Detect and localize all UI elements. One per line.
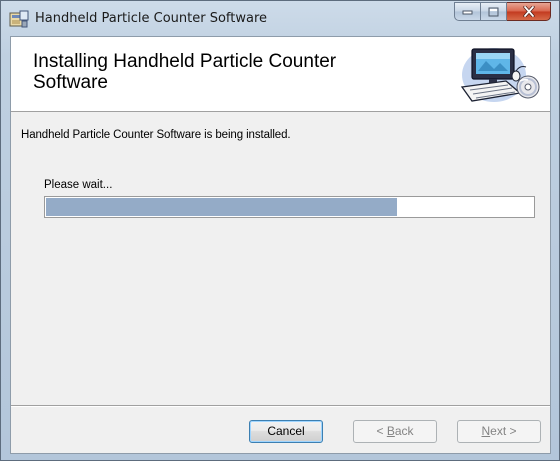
maximize-icon — [488, 7, 499, 16]
window-title: Handheld Particle Counter Software — [35, 11, 268, 26]
install-status-text: Handheld Particle Counter Software is be… — [21, 129, 291, 141]
caption-buttons — [454, 2, 551, 22]
installer-client-area: Installing Handheld Particle Counter Sof… — [10, 36, 551, 454]
close-button[interactable] — [507, 2, 551, 21]
cancel-button[interactable]: Cancel — [249, 420, 323, 443]
next-button-label: ext > — [490, 424, 517, 438]
installer-app-icon — [9, 10, 29, 28]
back-button-label: ack — [394, 424, 414, 438]
next-button[interactable]: Next > — [457, 420, 541, 443]
title-bar[interactable]: Handheld Particle Counter Software — [1, 1, 559, 37]
header-banner: Installing Handheld Particle Counter Sof… — [11, 37, 550, 112]
next-button-mnemonic: N — [481, 424, 491, 438]
progress-label: Please wait... — [44, 179, 113, 191]
page-title: Installing Handheld Particle Counter Sof… — [33, 51, 337, 93]
close-icon — [522, 6, 535, 17]
footer-divider — [11, 405, 550, 406]
maximize-button[interactable] — [481, 2, 507, 21]
install-progress-bar — [44, 196, 535, 218]
minimize-button[interactable] — [454, 2, 481, 21]
installer-window: Handheld Particle Counter Software Insta… — [0, 0, 560, 461]
back-button-prefix: < — [376, 424, 387, 438]
minimize-icon — [462, 10, 473, 14]
computer-installer-icon — [460, 48, 540, 102]
progress-fill — [46, 198, 397, 216]
back-button[interactable]: < Back — [353, 420, 437, 443]
back-button-mnemonic: B — [386, 424, 395, 438]
